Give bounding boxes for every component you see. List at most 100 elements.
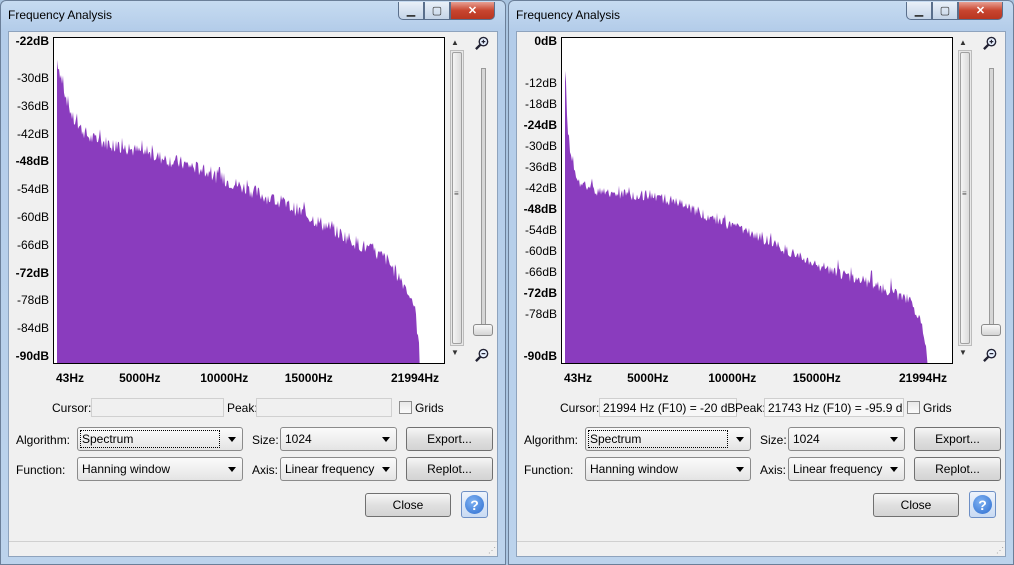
spectrum-plot[interactable] (561, 37, 953, 364)
chevron-down-icon (890, 467, 898, 472)
size-select[interactable]: 1024 (788, 427, 905, 451)
y-tick-label: -78dB (524, 307, 557, 321)
help-button[interactable]: ? (461, 491, 488, 518)
x-tick-label: 43Hz (55, 371, 85, 385)
x-tick-label: 43Hz (563, 371, 593, 385)
y-tick-label: -54dB (524, 223, 557, 237)
scroll-down-arrow-icon[interactable]: ▼ (451, 348, 459, 357)
help-button[interactable]: ? (969, 491, 996, 518)
scroll-up-arrow-icon[interactable]: ▲ (959, 38, 967, 47)
zoom-slider-track[interactable] (481, 68, 486, 330)
dialog-client-area: -22dB -30dB -36dB -42dB -48dB -54dB -60dB -66dB… (8, 31, 498, 557)
close-window-icon[interactable]: ✕ (450, 2, 495, 20)
x-tick-label: 15000Hz (284, 371, 333, 385)
algorithm-select[interactable]: Spectrum (77, 427, 243, 451)
zoom-in-icon[interactable] (475, 36, 490, 51)
algorithm-value: Spectrum (80, 430, 220, 448)
y-tick-label: -22dB (15, 34, 49, 48)
cursor-label: Cursor: (560, 401, 600, 415)
chevron-down-icon (382, 437, 390, 442)
vertical-scrollbar[interactable]: ≡ (958, 50, 972, 346)
cursor-readout-field (91, 398, 224, 417)
y-tick-label: -42dB (524, 181, 557, 195)
y-tick-label: -84dB (16, 321, 49, 336)
x-tick-label: 21994Hz (390, 371, 440, 385)
y-tick-label: -60dB (524, 244, 557, 258)
function-select[interactable]: Hanning window (585, 457, 751, 481)
algorithm-label: Algorithm: (16, 433, 71, 447)
chevron-down-icon (736, 467, 744, 472)
maximize-icon[interactable]: ▢ (424, 2, 450, 20)
y-tick-label: -30dB (16, 71, 49, 86)
function-value: Hanning window (82, 462, 171, 476)
close-button[interactable]: Close (365, 493, 451, 517)
frequency-analysis-window-left: Frequency Analysis ▁ ▢ ✕ -22dB -30dB -36dB… (0, 0, 506, 565)
scroll-down-arrow-icon[interactable]: ▼ (959, 348, 967, 357)
cursor-label: Cursor: (52, 401, 92, 415)
vertical-scrollbar[interactable]: ≡ (450, 50, 464, 346)
export-button[interactable]: Export... (914, 427, 1001, 451)
replot-button[interactable]: Replot... (914, 457, 1001, 481)
y-tick-label: -36dB (16, 98, 49, 113)
function-select[interactable]: Hanning window (77, 457, 243, 481)
x-tick-label: 10000Hz (708, 371, 757, 385)
algorithm-value: Spectrum (588, 430, 728, 448)
chevron-down-icon (382, 467, 390, 472)
zoom-in-icon[interactable] (983, 36, 998, 51)
zoom-out-icon[interactable] (983, 348, 998, 363)
size-value: 1024 (793, 432, 820, 446)
y-tick-label: -66dB (524, 265, 557, 279)
replot-button[interactable]: Replot... (406, 457, 493, 481)
size-grip-icon[interactable]: ⋰ (996, 546, 1004, 555)
dialog-client-area: 0dB -12dB -18dB -24dB -30dB -36dB -42dB -48dB -5… (516, 31, 1006, 557)
scroll-up-arrow-icon[interactable]: ▲ (451, 38, 459, 47)
minimize-icon[interactable]: ▁ (398, 2, 424, 20)
y-tick-label: -48dB (15, 154, 49, 169)
grids-label: Grids (923, 401, 952, 415)
chevron-down-icon (228, 467, 236, 472)
spectrum-chart (565, 71, 928, 363)
scroll-thumb[interactable] (452, 52, 462, 344)
x-tick-label: 5000Hz (119, 371, 161, 385)
status-bar: ⋰ (9, 541, 497, 556)
grids-checkbox[interactable] (907, 401, 920, 414)
spectrum-area (565, 71, 928, 363)
size-select[interactable]: 1024 (280, 427, 397, 451)
algorithm-label: Algorithm: (524, 433, 579, 447)
scroll-thumb[interactable] (960, 52, 970, 344)
window-title: Frequency Analysis (516, 8, 621, 22)
status-bar: ⋰ (517, 541, 1005, 556)
axis-select[interactable]: Linear frequency (280, 457, 397, 481)
algorithm-select[interactable]: Spectrum (585, 427, 751, 451)
chevron-down-icon (890, 437, 898, 442)
scroll-grip-icon: ≡ (962, 189, 967, 198)
minimize-icon[interactable]: ▁ (906, 2, 932, 20)
y-tick-label: -30dB (524, 139, 557, 153)
close-button[interactable]: Close (873, 493, 959, 517)
help-icon: ? (465, 495, 484, 514)
y-tick-label: -42dB (16, 126, 49, 141)
frequency-analysis-window-right: Frequency Analysis ▁ ▢ ✕ 0dB -12dB -18dB -2… (508, 0, 1014, 565)
close-window-icon[interactable]: ✕ (958, 2, 1003, 20)
zoom-out-icon[interactable] (475, 348, 490, 363)
size-value: 1024 (285, 432, 312, 446)
grids-checkbox[interactable] (399, 401, 412, 414)
maximize-icon[interactable]: ▢ (932, 2, 958, 20)
zoom-slider-thumb[interactable] (981, 324, 1001, 336)
chevron-down-icon (228, 437, 236, 442)
window-controls: ▁ ▢ ✕ (906, 2, 1003, 20)
y-tick-label: -90dB (15, 349, 49, 363)
axis-select[interactable]: Linear frequency (788, 457, 905, 481)
y-tick-label: -18dB (524, 97, 557, 111)
spectrum-plot[interactable] (53, 37, 445, 364)
y-tick-label: -24dB (523, 118, 557, 132)
peak-readout-field: 21743 Hz (F10) = -95.9 dB (764, 398, 904, 417)
peak-label: Peak: (735, 401, 766, 415)
zoom-slider-track[interactable] (989, 68, 994, 330)
function-label: Function: (16, 463, 66, 477)
size-grip-icon[interactable]: ⋰ (488, 546, 496, 555)
export-button[interactable]: Export... (406, 427, 493, 451)
size-label: Size: (760, 433, 787, 447)
zoom-slider-thumb[interactable] (473, 324, 493, 336)
y-tick-label: -72dB (15, 265, 49, 280)
